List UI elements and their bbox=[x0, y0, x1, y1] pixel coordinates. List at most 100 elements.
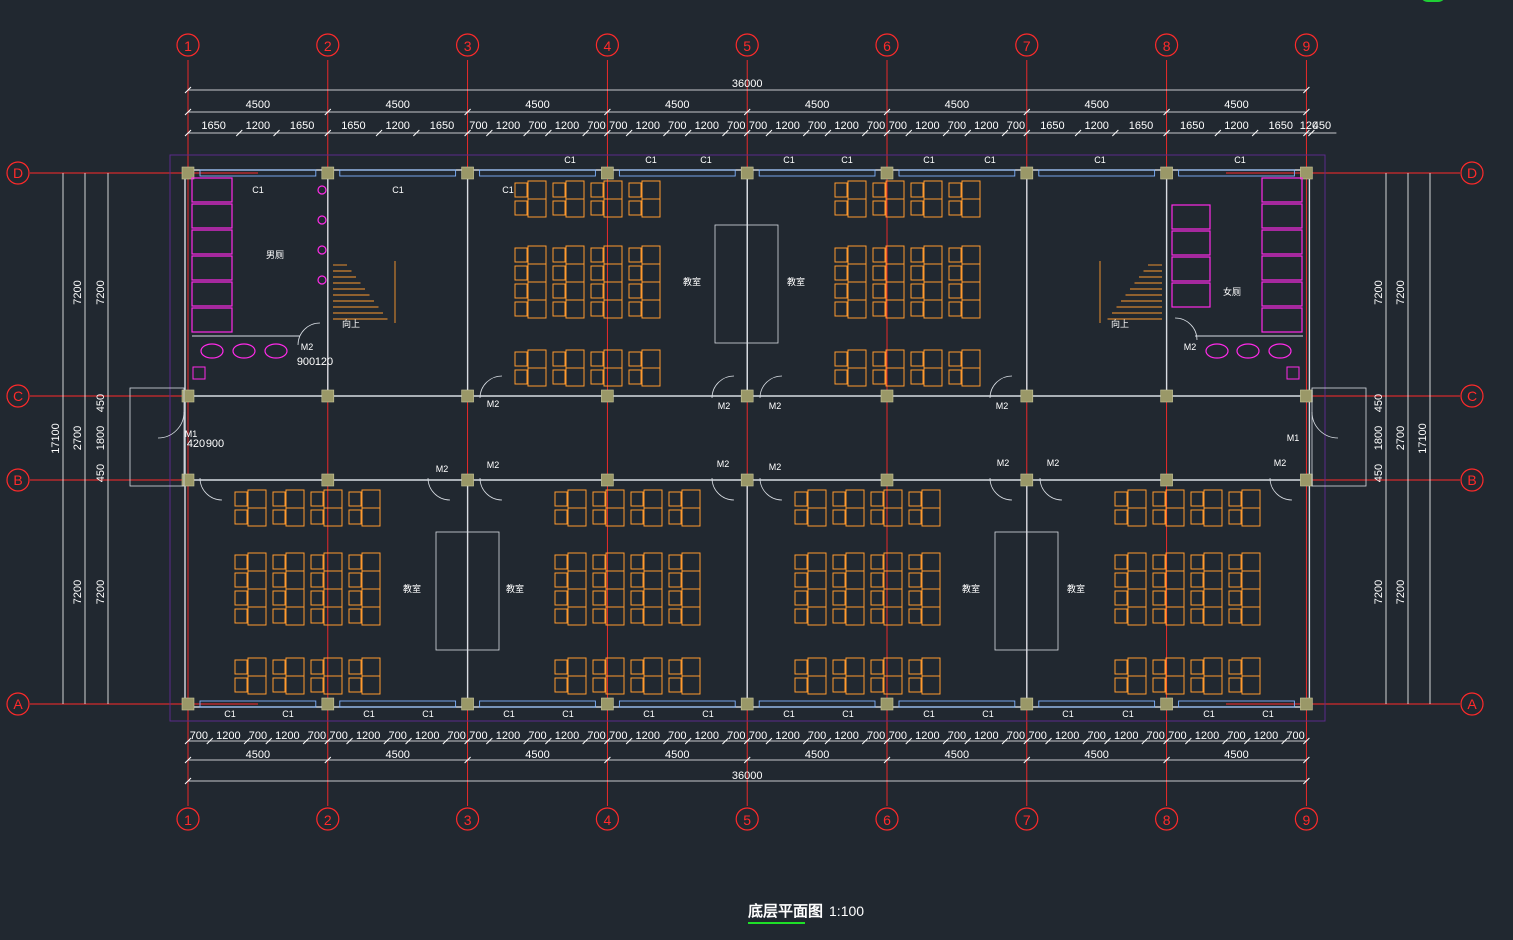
desk-block-n2-mid-desk bbox=[847, 281, 867, 301]
desk-block-n1-top-chair bbox=[552, 200, 566, 216]
axis-label-bottom-8: 8 bbox=[1163, 812, 1171, 828]
desk-block-s1-mid-chair bbox=[348, 554, 362, 570]
dim-top-detail-29: 1650 bbox=[1129, 120, 1153, 132]
desk-block-n1-mid-desk bbox=[527, 299, 547, 319]
desk-block-s1-mid-desk bbox=[247, 606, 267, 626]
desk-block-s3-mid-chair bbox=[908, 590, 922, 606]
desk-block-n2-bot-desk bbox=[961, 349, 981, 369]
desk-block-n2-top-desk bbox=[847, 198, 867, 218]
door-swing-1 bbox=[479, 375, 503, 399]
desk-block-s1-bot-chair bbox=[272, 659, 286, 675]
desk-block-s2-mid-desk bbox=[681, 552, 701, 572]
desk-block-n2-bot-chair bbox=[872, 351, 886, 367]
desk-block-s4-top-chair bbox=[1228, 491, 1242, 507]
window-bottom-4 bbox=[618, 700, 736, 708]
window-top-6 bbox=[898, 169, 1016, 177]
desk-block-n2-top-chair bbox=[834, 200, 848, 216]
dim-top-detail-3: 1650 bbox=[290, 120, 314, 132]
desk-block-n1-mid-desk bbox=[565, 245, 585, 265]
desk-block-n2-top-chair bbox=[948, 200, 962, 216]
dim-top-detail-4: 1650 bbox=[341, 120, 365, 132]
desk-block-s3-mid-desk bbox=[921, 570, 941, 590]
desk-block-s3-bot-chair bbox=[794, 659, 808, 675]
dim-bottom-detail-10: 700 bbox=[448, 730, 466, 742]
desk-block-s2-mid-desk bbox=[567, 552, 587, 572]
desk-block-s3-mid-desk bbox=[921, 606, 941, 626]
desk-block-s4-top-desk bbox=[1165, 489, 1185, 509]
door-label-toilet-right: M2 bbox=[1184, 342, 1197, 352]
desk-block-s1-mid-desk bbox=[361, 552, 381, 572]
dim-bottom-detail-31: 700 bbox=[1028, 730, 1046, 742]
dim-door-offset: 120 bbox=[315, 356, 333, 368]
dim-right-corridor-b: 1800 bbox=[1373, 426, 1385, 450]
desk-block-s2-top-chair bbox=[668, 491, 682, 507]
floor-drain-left bbox=[192, 366, 206, 380]
desk-block-s4-top-chair bbox=[1114, 491, 1128, 507]
door-swing-6 bbox=[479, 477, 503, 501]
window-label-top-2: C1 bbox=[392, 185, 404, 195]
desk-block-s2-mid-chair bbox=[592, 572, 606, 588]
column-5B bbox=[740, 473, 754, 487]
desk-block-s1-bot-desk bbox=[361, 675, 381, 695]
desk-block-s4-mid-chair bbox=[1228, 554, 1242, 570]
desk-block-s4-mid-chair bbox=[1114, 572, 1128, 588]
desk-block-n1-mid-chair bbox=[590, 247, 604, 263]
door-swing-4 bbox=[989, 375, 1013, 399]
desk-block-n1-mid-chair bbox=[514, 247, 528, 263]
desk-block-n1-top-desk bbox=[641, 198, 661, 218]
window-label-bottom-11: C1 bbox=[923, 709, 935, 719]
desk-block-n1-top-chair bbox=[628, 182, 642, 198]
desk-block-n1-bot-chair bbox=[552, 351, 566, 367]
window-label-bottom-7: C1 bbox=[643, 709, 655, 719]
column-6B bbox=[880, 473, 894, 487]
desk-block-s3-mid-desk bbox=[807, 552, 827, 572]
toilet-stall-right-a bbox=[1261, 255, 1303, 281]
desk-block-s2-mid-chair bbox=[668, 590, 682, 606]
room-label-stair-left: 向上 bbox=[342, 318, 360, 329]
desk-block-s4-mid-desk bbox=[1203, 606, 1223, 626]
desk-block-n2-top-desk bbox=[847, 180, 867, 200]
desk-block-s4-mid-chair bbox=[1190, 572, 1204, 588]
toilet-stall-left bbox=[191, 281, 233, 307]
dim-top-detail-21: 700 bbox=[867, 120, 885, 132]
dim-bottom-bay-1: 4500 bbox=[246, 749, 270, 761]
desk-block-n2-mid-desk bbox=[885, 281, 905, 301]
desk-block-s2-top-desk bbox=[681, 489, 701, 509]
wash-basin-left bbox=[200, 343, 224, 359]
desk-block-s3-bot-chair bbox=[870, 677, 884, 693]
desk-block-s1-top-chair bbox=[348, 509, 362, 525]
desk-block-s2-mid-chair bbox=[668, 572, 682, 588]
desk-block-n2-mid-desk bbox=[847, 299, 867, 319]
desk-block-n1-top-desk bbox=[527, 198, 547, 218]
desk-block-s1-mid-chair bbox=[272, 590, 286, 606]
axis-label-top-6: 6 bbox=[883, 38, 891, 54]
desk-block-n1-top-desk bbox=[641, 180, 661, 200]
desk-block-n1-bot-chair bbox=[628, 369, 642, 385]
desk-block-s4-bot bbox=[1114, 657, 1261, 695]
desk-block-s4-bot-desk bbox=[1127, 675, 1147, 695]
axis-label-left-B: B bbox=[13, 472, 22, 488]
desk-block-s1-top-desk bbox=[323, 489, 343, 509]
desk-block-s1-mid-chair bbox=[348, 572, 362, 588]
desk-block-s4-top-chair bbox=[1152, 509, 1166, 525]
desk-block-s3-top-chair bbox=[832, 509, 846, 525]
dim-bottom-detail-8: 700 bbox=[389, 730, 407, 742]
dim-top-bay-3: 4500 bbox=[525, 99, 549, 111]
toilet-stall-right-b bbox=[1171, 204, 1211, 230]
dim-left-corridor: 2700 bbox=[72, 426, 84, 450]
dim-bottom-detail-15: 700 bbox=[587, 730, 605, 742]
wash-basin-right bbox=[1236, 343, 1260, 359]
window-label-top-5: C1 bbox=[645, 155, 657, 165]
window-label-bottom-13: C1 bbox=[1062, 709, 1074, 719]
axis-label-right-C: C bbox=[1467, 388, 1477, 404]
desk-block-s3-top-chair bbox=[794, 509, 808, 525]
column-3D bbox=[461, 166, 474, 180]
desk-block-s2-mid-chair bbox=[554, 572, 568, 588]
desk-block-n2-mid-desk bbox=[923, 281, 943, 301]
desk-block-s1-mid-chair bbox=[310, 554, 324, 570]
column-8A bbox=[1160, 697, 1173, 711]
desk-block-s2-bot-chair bbox=[668, 677, 682, 693]
desk-block-s1-mid-desk bbox=[361, 606, 381, 626]
desk-block-n1-bot-desk bbox=[641, 367, 661, 387]
door-swing-9 bbox=[989, 477, 1013, 501]
